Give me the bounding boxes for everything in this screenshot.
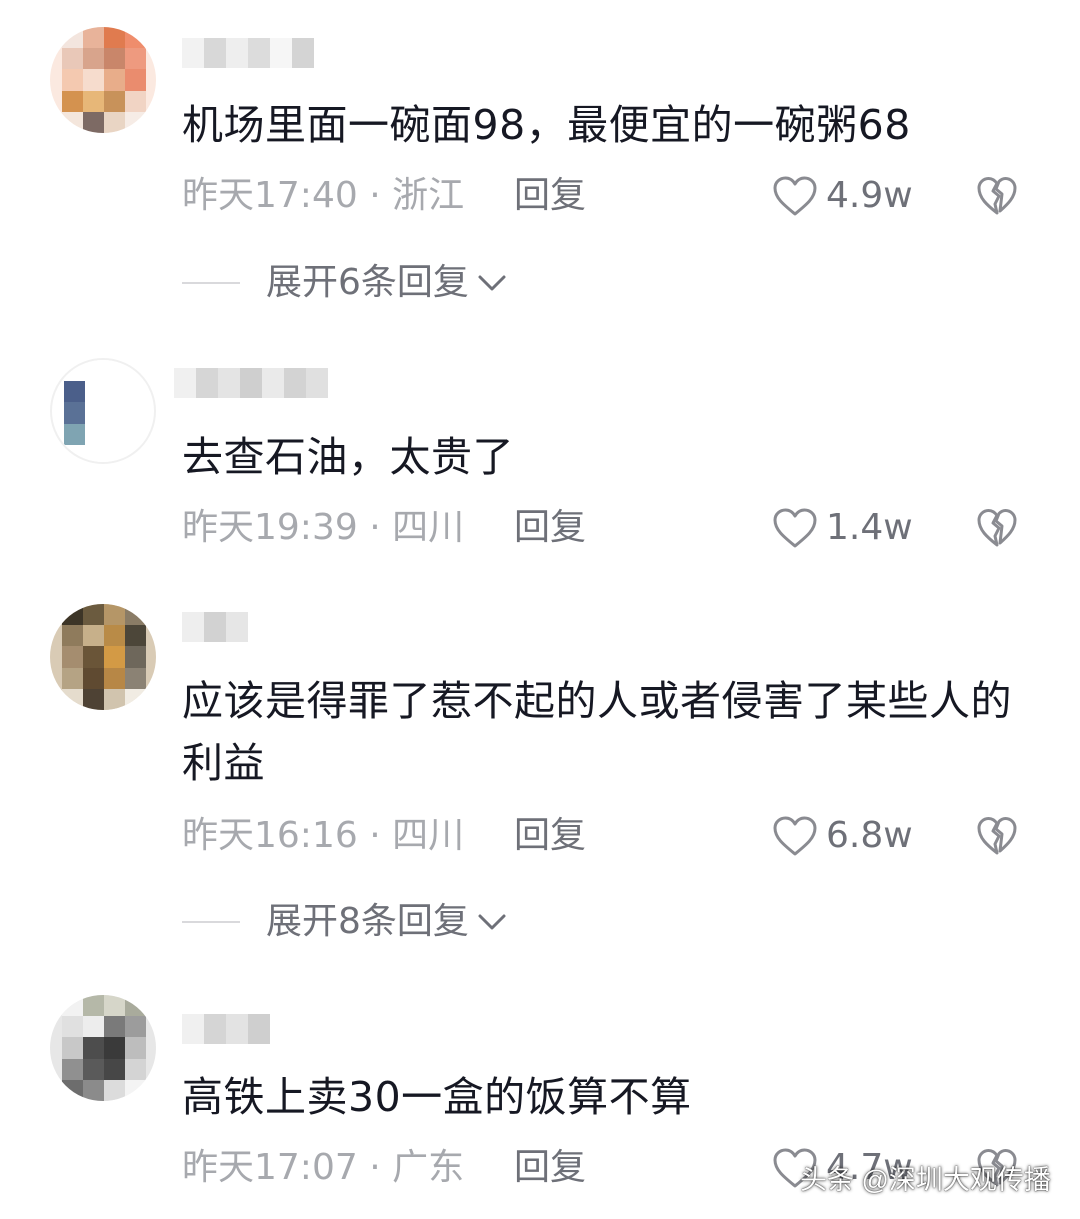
avatar[interactable] (50, 27, 156, 133)
like-button[interactable]: 1.4w (772, 503, 913, 553)
reply-button[interactable]: 回复 (514, 811, 586, 861)
username-blurred[interactable] (182, 38, 314, 68)
heart-outline-icon (773, 508, 817, 548)
avatar[interactable] (50, 995, 156, 1101)
comment-meta: 昨天19:39 · 四川 回复 1.4w (182, 503, 1042, 553)
reply-button[interactable]: 回复 (514, 1143, 586, 1193)
like-count: 4.9w (826, 175, 913, 216)
like-count: 6.8w (826, 815, 913, 856)
like-button[interactable]: 6.8w (772, 811, 913, 861)
comment-time-location: 昨天19:39 · 四川 (182, 507, 465, 548)
source-watermark: 头条 @深圳大观传播 (800, 1165, 1051, 1195)
like-count: 1.4w (826, 507, 913, 548)
chevron-down-icon (478, 914, 506, 930)
expand-replies-button[interactable]: 展开8条回复 (182, 897, 509, 947)
chevron-down-icon (478, 275, 506, 291)
reply-button[interactable]: 回复 (514, 171, 586, 221)
divider-line (182, 921, 240, 923)
broken-heart-icon[interactable] (976, 175, 1018, 217)
expand-replies-button[interactable]: 展开6条回复 (182, 258, 509, 308)
heart-outline-icon (773, 816, 817, 856)
comment-meta: 昨天17:40 · 浙江 回复 4.9w (182, 171, 1042, 221)
username-blurred[interactable] (174, 368, 328, 398)
expand-replies-label: 展开6条回复 (266, 262, 469, 303)
divider-line (182, 282, 240, 284)
comment-meta: 昨天16:16 · 四川 回复 6.8w (182, 811, 1042, 861)
like-button[interactable]: 4.9w (772, 171, 913, 221)
broken-heart-icon[interactable] (976, 507, 1018, 549)
comment-text: 应该是得罪了惹不起的人或者侵害了某些人的利益 (182, 677, 1012, 787)
comment-time-location: 昨天16:16 · 四川 (182, 815, 465, 856)
username-blurred[interactable] (182, 612, 248, 642)
comment-text: 高铁上卖30一盒的饭算不算 (182, 1073, 692, 1121)
comment-text: 去查石油，太贵了 (182, 433, 514, 481)
expand-replies-label: 展开8条回复 (266, 901, 469, 942)
avatar[interactable] (50, 358, 156, 464)
reply-button[interactable]: 回复 (514, 503, 586, 553)
heart-outline-icon (773, 176, 817, 216)
broken-heart-icon[interactable] (976, 815, 1018, 857)
comment-time-location: 昨天17:07 · 广东 (182, 1147, 465, 1188)
username-blurred[interactable] (182, 1014, 270, 1044)
avatar[interactable] (50, 604, 156, 710)
comment-time-location: 昨天17:40 · 浙江 (182, 175, 465, 216)
comment-text: 机场里面一碗面98，最便宜的一碗粥68 (182, 101, 911, 149)
